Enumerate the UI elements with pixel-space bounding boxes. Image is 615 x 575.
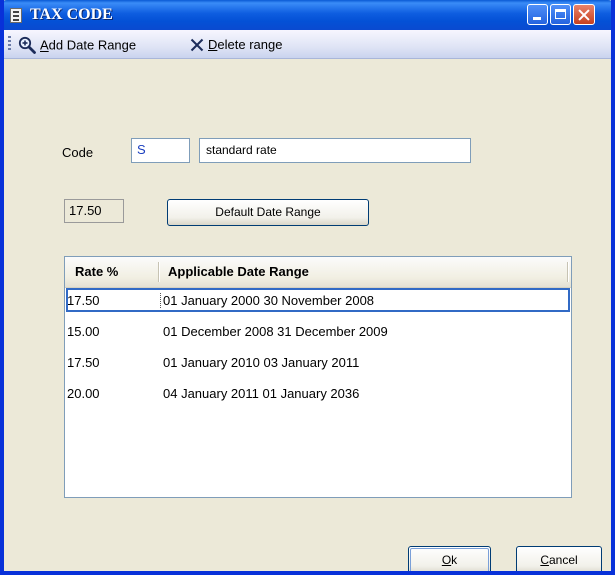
column-header-rate[interactable]: Rate % — [75, 264, 118, 279]
column-divider[interactable] — [567, 262, 569, 282]
title-bar[interactable]: TAX CODE — [4, 0, 611, 30]
tax-code-window: TAX CODE Add Date Range Delete range Cod… — [0, 0, 615, 575]
date-range-cell: 01 January 2010 03 January 2011 — [163, 355, 360, 370]
mnemonic-letter: A — [40, 37, 49, 53]
mnemonic-letter: D — [208, 37, 218, 53]
default-date-range-button[interactable]: Default Date Range — [167, 199, 369, 226]
add-date-range-button[interactable]: Add Date Range — [18, 36, 136, 54]
current-rate-value: 17.50 — [64, 199, 124, 223]
table-row[interactable]: 15.00 01 December 2008 31 December 2009 — [65, 319, 571, 343]
date-range-cell: 01 December 2008 31 December 2009 — [163, 324, 388, 339]
cancel-button[interactable]: Cancel — [516, 546, 602, 571]
window-title: TAX CODE — [30, 6, 113, 23]
delete-x-icon — [190, 38, 204, 51]
ok-button[interactable]: Ok — [408, 546, 491, 571]
date-range-cell: 01 January 2000 30 November 2008 — [160, 293, 374, 308]
zoom-add-icon — [18, 36, 36, 54]
table-row[interactable]: 17.50 01 January 2010 03 January 2011 — [65, 350, 571, 374]
add-date-range-label: Add Date Range — [40, 37, 137, 53]
rate-cell: 17.50 — [67, 293, 100, 308]
app-icon — [10, 8, 22, 23]
rate-cell: 20.00 — [67, 386, 100, 401]
rate-cell: 15.00 — [67, 324, 100, 339]
close-button[interactable] — [573, 4, 595, 25]
code-label: Code — [62, 145, 94, 160]
rate-date-grid[interactable]: Rate % Applicable Date Range 17.50 01 Ja… — [64, 256, 572, 498]
maximize-button[interactable] — [550, 4, 571, 25]
date-range-cell: 04 January 2011 01 January 2036 — [163, 386, 360, 401]
toolbar-grip-icon[interactable] — [8, 36, 11, 52]
minimize-button[interactable] — [527, 4, 548, 25]
toolbar: Add Date Range Delete range — [4, 30, 611, 59]
table-row[interactable]: 20.00 04 January 2011 01 January 2036 — [65, 381, 571, 405]
mnemonic-letter: C — [540, 553, 549, 567]
rate-cell: 17.50 — [67, 355, 100, 370]
table-row[interactable]: 17.50 01 January 2000 30 November 2008 — [65, 288, 571, 312]
column-divider[interactable] — [158, 262, 160, 282]
grid-header: Rate % Applicable Date Range — [65, 257, 571, 288]
code-input[interactable]: S — [131, 138, 190, 163]
description-input[interactable]: standard rate — [199, 138, 471, 163]
column-header-date-range[interactable]: Applicable Date Range — [168, 264, 309, 279]
mnemonic-letter: O — [441, 553, 452, 567]
delete-range-button[interactable]: Delete range — [190, 36, 282, 52]
delete-range-label: Delete range — [208, 37, 283, 53]
